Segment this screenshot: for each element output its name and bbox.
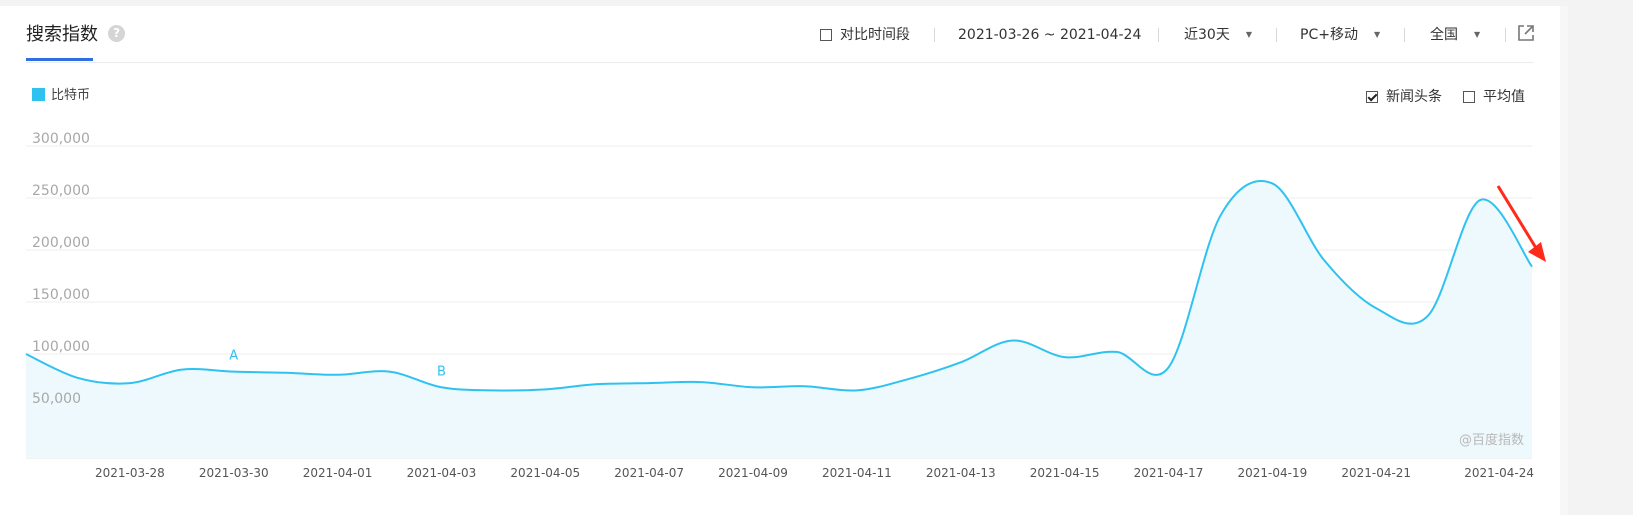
y-tick-label: 250,000 [32, 183, 90, 199]
watermark: @百度指数 [1459, 432, 1524, 448]
x-tick-label: 2021-04-03 [407, 466, 477, 480]
x-tick-label: 2021-04-05 [510, 466, 580, 480]
annotation-label[interactable]: A [229, 349, 238, 364]
area-layer [25, 179, 1533, 458]
y-tick-label: 300,000 [32, 131, 90, 147]
search-index-chart: 50,000 100,000 150,000 200,000 250,000 300,00… [25, 131, 1546, 480]
x-tick-label: 2021-03-28 [95, 466, 165, 480]
y-tick-label: 50,000 [32, 391, 81, 407]
x-axis-ticks: 2021-03-28 2021-03-30 2021-04-01 2021-04-03… [95, 466, 1534, 480]
y-tick-label: 100,000 [32, 339, 90, 355]
annotation-label[interactable]: B [437, 364, 446, 379]
x-tick-label: 2021-04-11 [822, 466, 892, 480]
x-tick-label: 2021-04-09 [718, 466, 788, 480]
x-tick-label: 2021-04-17 [1134, 466, 1204, 480]
x-tick-label: 2021-04-19 [1237, 466, 1307, 480]
x-tick-label: 2021-04-13 [926, 466, 996, 480]
x-tick-label: 2021-04-15 [1030, 466, 1100, 480]
x-tick-label: 2021-04-21 [1341, 466, 1411, 480]
x-tick-label: 2021-03-30 [199, 466, 269, 480]
x-tick-label: 2021-04-07 [614, 466, 684, 480]
x-tick-label: 2021-04-01 [303, 466, 373, 480]
scrollbar-track[interactable] [1560, 6, 1568, 515]
y-tick-label: 200,000 [32, 235, 90, 251]
series-area [26, 180, 1532, 458]
x-tick-label: 2021-04-24 [1464, 466, 1534, 480]
y-tick-label: 150,000 [32, 287, 90, 303]
